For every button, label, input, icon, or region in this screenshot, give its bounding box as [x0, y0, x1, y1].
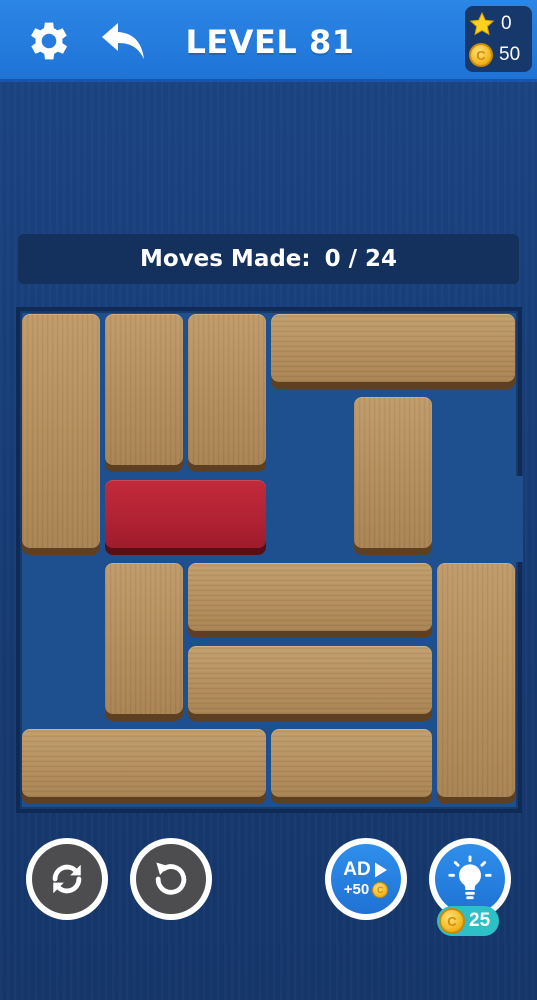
hint-button-face: [435, 844, 505, 914]
wood-block[interactable]: [354, 397, 432, 548]
moves-panel: Moves Made: 0 / 24: [18, 234, 519, 284]
wood-block[interactable]: [188, 646, 432, 714]
stars-count: 0: [501, 13, 512, 34]
wood-block[interactable]: [188, 563, 432, 631]
back-arrow-icon: [102, 23, 144, 59]
moves-label: Moves Made:: [139, 246, 311, 272]
undo-button-face: [136, 844, 206, 914]
watch-ad-button[interactable]: AD +50 C: [325, 838, 407, 920]
play-icon: [374, 862, 387, 878]
wood-block[interactable]: [437, 563, 515, 797]
star-icon: [469, 11, 495, 36]
coins-counter: C 50: [469, 41, 520, 69]
coin-icon: C: [372, 881, 389, 898]
wood-block[interactable]: [105, 314, 183, 465]
hint-cost: 25: [469, 910, 491, 931]
undo-button[interactable]: [130, 838, 212, 920]
currency-panel: 0 C 50: [465, 6, 532, 72]
restart-icon: [52, 864, 82, 894]
coin-icon: C: [439, 908, 465, 934]
restart-button-face: [32, 844, 102, 914]
undo-icon: [155, 862, 187, 895]
back-button[interactable]: [97, 14, 151, 68]
coin-icon: C: [469, 43, 493, 67]
wood-block[interactable]: [271, 729, 432, 797]
wood-block[interactable]: [22, 314, 100, 548]
wood-block[interactable]: [105, 563, 183, 714]
coins-count: 50: [499, 44, 521, 65]
ad-label: AD: [343, 859, 371, 880]
board-exit: [515, 476, 523, 562]
lightbulb-icon: [448, 855, 492, 900]
level-title: LEVEL 81: [185, 23, 355, 61]
wood-block[interactable]: [188, 314, 266, 465]
restart-button[interactable]: [26, 838, 108, 920]
gear-icon: [31, 22, 68, 60]
wood-block[interactable]: [271, 314, 515, 382]
moves-value: 0 / 24: [324, 246, 398, 272]
ad-reward: +50: [343, 881, 370, 898]
top-bar: LEVEL 81 0 C 50: [0, 0, 537, 82]
goal-block[interactable]: [105, 480, 266, 548]
hint-cost-badge: C 25: [437, 906, 499, 936]
watch-ad-face: AD +50 C: [331, 844, 401, 914]
settings-button[interactable]: [22, 14, 76, 68]
wood-block[interactable]: [22, 729, 266, 797]
stars-counter: 0: [469, 10, 512, 38]
